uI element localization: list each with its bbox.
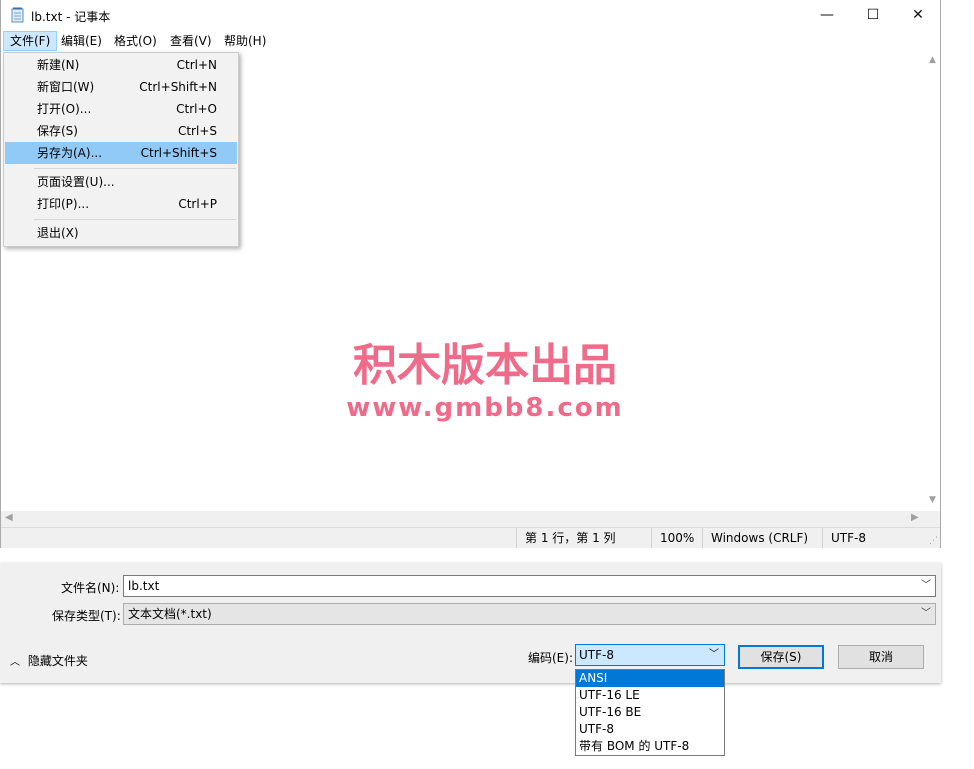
scroll-down-icon[interactable]: ▼: [925, 495, 940, 505]
scroll-corner: [925, 511, 940, 527]
filetype-label: 保存类型(T):: [52, 609, 121, 623]
encoding-label: 编码(E):: [528, 651, 573, 665]
menu-item-shortcut: Ctrl+S: [177, 124, 217, 138]
menu-edit[interactable]: 编辑(E): [55, 32, 108, 50]
encoding-option-utf8-bom[interactable]: 带有 BOM 的 UTF-8: [576, 738, 724, 755]
chevron-up-icon: ︿: [10, 657, 20, 668]
watermark: 积木版本出品 www.gmbb8.com: [340, 340, 630, 424]
menu-format[interactable]: 格式(O): [108, 32, 163, 50]
menu-item-shortcut: Ctrl+O: [176, 102, 217, 116]
encoding-option-utf16le[interactable]: UTF-16 LE: [576, 687, 724, 704]
hide-folders-label: 隐藏文件夹: [27, 654, 88, 668]
encoding-option-utf8[interactable]: UTF-8: [576, 721, 724, 738]
menu-item-label: 退出(X): [37, 226, 79, 240]
notepad-icon: [11, 7, 24, 23]
filetype-select[interactable]: 文本文档(*.txt) ﹀: [123, 603, 936, 625]
menu-item-label: 页面设置(U)...: [37, 175, 115, 189]
menu-item-label: 打印(P)...: [37, 197, 90, 211]
menu-item-print[interactable]: 打印(P)... Ctrl+P: [5, 193, 237, 215]
hide-folders-toggle[interactable]: ︿ 隐藏文件夹: [10, 652, 88, 669]
encoding-option-utf16be[interactable]: UTF-16 BE: [576, 704, 724, 721]
encoding-option-ansi[interactable]: ANSI: [576, 670, 724, 687]
status-encoding: UTF-8: [822, 528, 922, 548]
chevron-down-icon[interactable]: ﹀: [921, 604, 931, 624]
menu-item-shortcut: Ctrl+N: [176, 58, 217, 72]
menu-item-label: 另存为(A)...: [37, 146, 103, 160]
scroll-right-icon[interactable]: ▶: [911, 512, 919, 523]
menu-item-save[interactable]: 保存(S) Ctrl+S: [5, 120, 237, 142]
title-bar[interactable]: lb.txt - 记事本 — ☐ ✕: [1, 0, 940, 31]
menu-item-label: 新建(N): [37, 58, 80, 72]
menu-item-shortcut: Ctrl+Shift+N: [139, 80, 217, 94]
vertical-scrollbar[interactable]: ▲ ▼: [925, 51, 940, 511]
menu-view[interactable]: 查看(V): [164, 32, 218, 50]
chevron-down-icon[interactable]: ﹀: [709, 645, 719, 665]
scroll-up-icon[interactable]: ▲: [925, 55, 940, 65]
encoding-select[interactable]: UTF-8 ﹀: [575, 644, 725, 666]
filename-value: lb.txt: [128, 579, 160, 593]
filetype-value: 文本文档(*.txt): [128, 607, 212, 621]
status-line-ending: Windows (CRLF): [702, 528, 822, 548]
menu-bar: 文件(F) 编辑(E) 格式(O) 查看(V) 帮助(H): [1, 31, 940, 51]
close-button[interactable]: ✕: [895, 0, 941, 31]
menu-item-label: 新窗口(W): [37, 80, 95, 94]
encoding-dropdown-list: ANSI UTF-16 LE UTF-16 BE UTF-8 带有 BOM 的 …: [575, 669, 725, 756]
menu-item-page-setup[interactable]: 页面设置(U)...: [5, 171, 237, 193]
menu-item-label: 保存(S): [37, 124, 78, 138]
menu-separator: [34, 219, 236, 220]
status-zoom: 100%: [651, 528, 702, 548]
menu-item-open[interactable]: 打开(O)... Ctrl+O: [5, 98, 237, 120]
menu-item-save-as[interactable]: 另存为(A)... Ctrl+Shift+S: [5, 142, 237, 164]
resize-grip-icon[interactable]: ⋰: [929, 536, 938, 546]
window-title: lb.txt - 记事本: [31, 10, 111, 24]
encoding-value: UTF-8: [579, 648, 614, 662]
menu-item-label: 打开(O)...: [37, 102, 92, 116]
filename-input[interactable]: lb.txt ﹀: [123, 575, 936, 597]
menu-item-shortcut: Ctrl+P: [178, 197, 217, 211]
maximize-button[interactable]: ☐: [850, 0, 896, 31]
chevron-down-icon[interactable]: ﹀: [921, 576, 931, 596]
horizontal-scrollbar[interactable]: ◀ ▶: [1, 511, 925, 527]
status-bar: 第 1 行，第 1 列 100% Windows (CRLF) UTF-8 ⋰: [1, 527, 940, 548]
menu-help[interactable]: 帮助(H): [218, 32, 272, 50]
watermark-title: 积木版本出品: [353, 340, 617, 391]
minimize-button[interactable]: —: [804, 0, 850, 31]
file-menu-dropdown: 新建(N) Ctrl+N 新窗口(W) Ctrl+Shift+N 打开(O)..…: [3, 52, 239, 247]
menu-item-new-window[interactable]: 新窗口(W) Ctrl+Shift+N: [5, 76, 237, 98]
cancel-button[interactable]: 取消: [838, 645, 924, 669]
menu-file[interactable]: 文件(F): [3, 31, 58, 51]
filename-label: 文件名(N):: [61, 581, 120, 595]
status-position: 第 1 行，第 1 列: [516, 528, 651, 548]
menu-item-shortcut: Ctrl+Shift+S: [140, 146, 217, 160]
save-button[interactable]: 保存(S): [738, 645, 824, 669]
scroll-left-icon[interactable]: ◀: [5, 512, 13, 523]
watermark-url: www.gmbb8.com: [346, 393, 624, 423]
menu-item-new[interactable]: 新建(N) Ctrl+N: [5, 54, 237, 76]
menu-item-exit[interactable]: 退出(X): [5, 222, 237, 244]
menu-separator: [34, 168, 236, 169]
